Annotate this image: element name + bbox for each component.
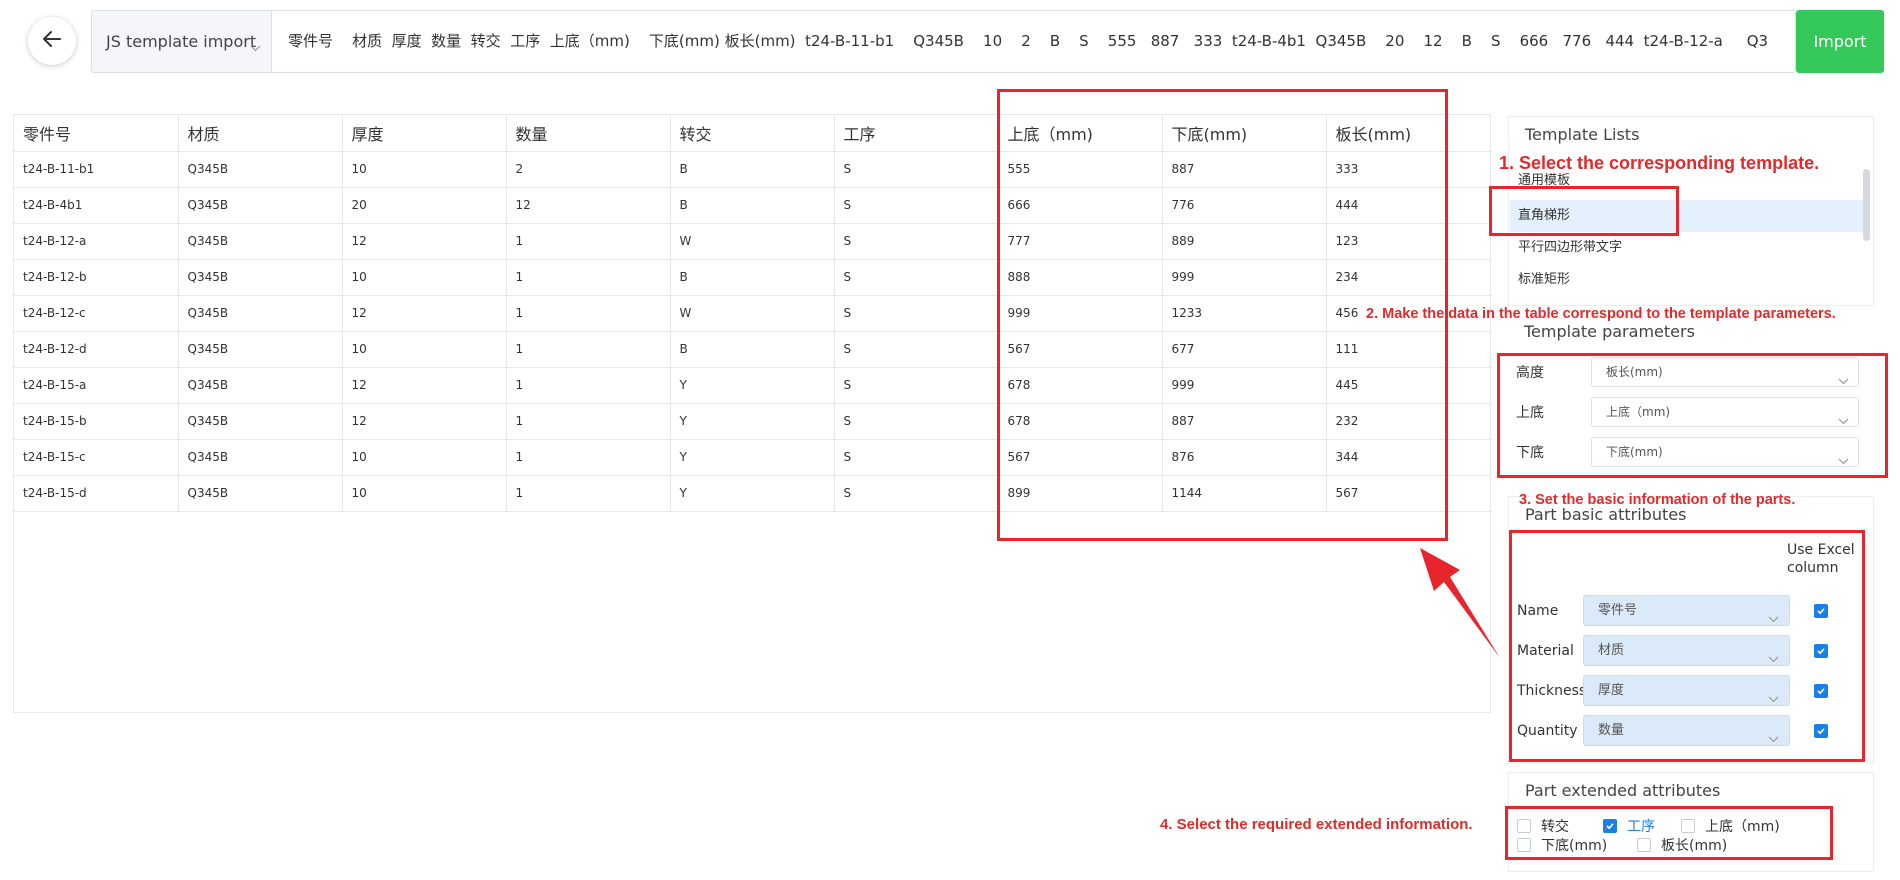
annotation-arrow [1420,548,1500,658]
import-page: JS template import 零件号 材质 厚度 数量 转交 工序 上底… [0,0,1900,880]
